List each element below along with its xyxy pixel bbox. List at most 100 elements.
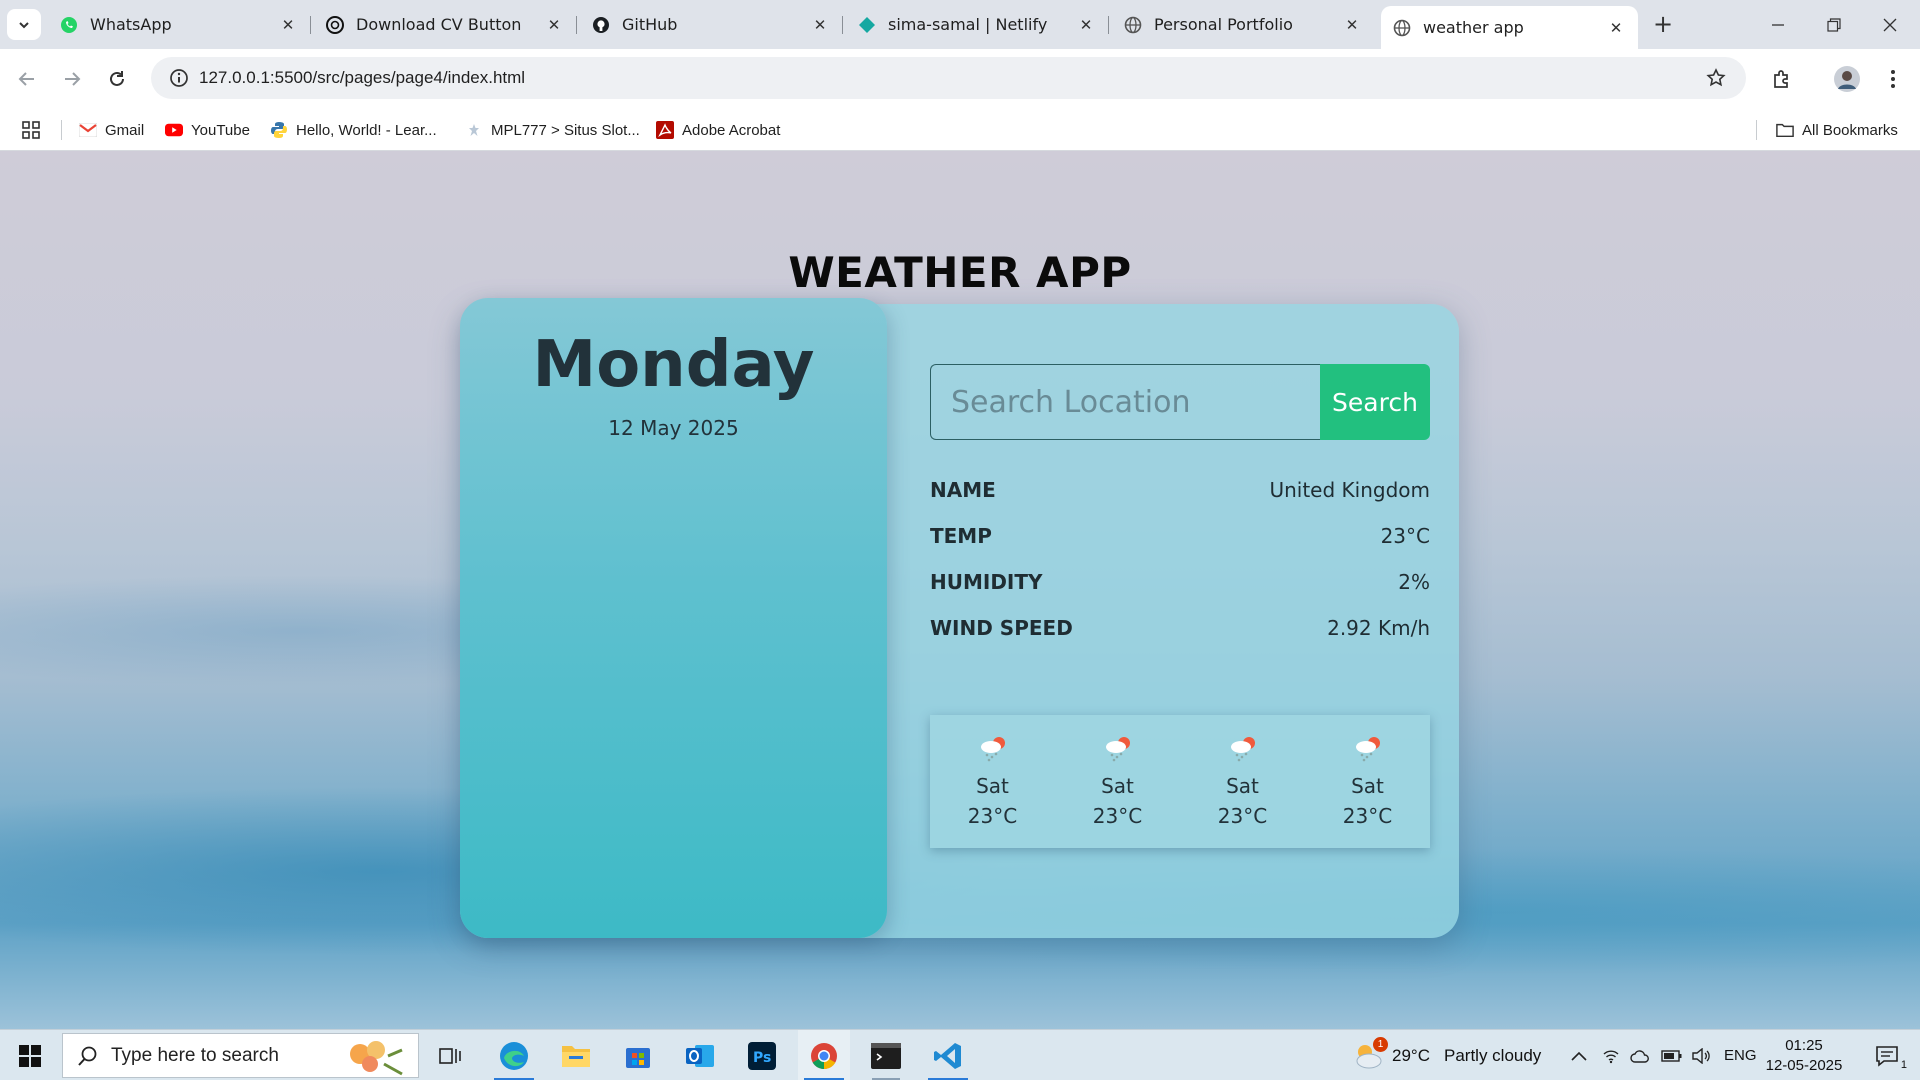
- speaker-icon: [1692, 1047, 1710, 1064]
- input-language[interactable]: ENG: [1724, 1030, 1757, 1080]
- detail-value: 2.92 Km/h: [1327, 616, 1430, 640]
- taskbar-app-chrome[interactable]: [798, 1030, 850, 1080]
- show-hidden-icons-button[interactable]: [1570, 1030, 1588, 1080]
- close-icon[interactable]: ✕: [1076, 15, 1096, 35]
- snow-sun-icon: [978, 733, 1008, 763]
- clock-time: 01:25: [1785, 1036, 1823, 1054]
- browser-menu-button[interactable]: [1878, 64, 1908, 94]
- python-icon: [270, 121, 288, 139]
- search-highlight-flowers-icon: [350, 1041, 403, 1076]
- apps-button[interactable]: [21, 109, 41, 151]
- taskbar-app-edge[interactable]: [488, 1030, 540, 1080]
- address-bar[interactable]: 127.0.0.1:5500/src/pages/page4/index.htm…: [151, 57, 1746, 99]
- bookmark-hello-world[interactable]: Hello, World! - Lear...: [270, 109, 437, 151]
- microsoft-store-icon: [626, 1047, 650, 1068]
- detail-value: 23°C: [1380, 524, 1430, 548]
- taskbar-app-outlook[interactable]: [674, 1030, 726, 1080]
- partly-cloudy-icon: 1: [1352, 1036, 1388, 1071]
- weather-app-page: WEATHER APP Monday 12 May 2025 Search NA…: [0, 151, 1920, 1029]
- onedrive-status[interactable]: [1630, 1030, 1650, 1080]
- bookmark-star-icon[interactable]: [1706, 68, 1726, 92]
- snow-sun-icon: [1228, 733, 1258, 763]
- url-text[interactable]: 127.0.0.1:5500/src/pages/page4/index.htm…: [199, 68, 525, 88]
- tab-portfolio[interactable]: Personal Portfolio ✕: [1112, 6, 1374, 43]
- volume-control[interactable]: [1691, 1030, 1711, 1080]
- start-button[interactable]: [0, 1030, 60, 1080]
- close-window-button[interactable]: [1862, 0, 1918, 49]
- site-info-icon[interactable]: [159, 68, 199, 88]
- restore-button[interactable]: [1806, 0, 1862, 49]
- gmail-icon: [79, 121, 97, 139]
- close-icon[interactable]: ✕: [278, 15, 298, 35]
- close-icon[interactable]: ✕: [810, 15, 830, 35]
- forecast-day: Sat: [1351, 774, 1384, 798]
- detail-value: United Kingdom: [1269, 478, 1430, 502]
- close-icon[interactable]: ✕: [1342, 15, 1362, 35]
- all-bookmarks-button[interactable]: All Bookmarks: [1776, 109, 1898, 151]
- back-button[interactable]: [12, 64, 42, 94]
- forecast-temp: 23°C: [1342, 804, 1393, 828]
- notification-icon: 1: [1875, 1045, 1907, 1071]
- bookmark-adobe-acrobat[interactable]: Adobe Acrobat: [656, 109, 780, 151]
- terminal-icon: [871, 1042, 901, 1069]
- detail-row-temp: TEMP 23°C: [930, 521, 1430, 551]
- bookmark-label: Adobe Acrobat: [682, 121, 781, 139]
- new-tab-button[interactable]: +: [1648, 9, 1678, 39]
- bookmark-label: YouTube: [191, 121, 250, 139]
- detail-label: NAME: [930, 478, 996, 502]
- minimize-button[interactable]: [1750, 0, 1806, 49]
- weather-widget[interactable]: 1 29°C Partly cloudy: [1352, 1030, 1541, 1080]
- task-view-button[interactable]: [428, 1030, 472, 1080]
- photoshop-icon: Ps: [748, 1041, 776, 1070]
- tab-github[interactable]: GitHub ✕: [580, 6, 843, 43]
- reload-button[interactable]: [102, 64, 132, 94]
- tab-divider: [842, 16, 843, 34]
- tab-divider: [310, 16, 311, 34]
- tab-weather-app[interactable]: weather app ✕: [1381, 6, 1638, 49]
- minimize-icon: [1772, 23, 1784, 26]
- tab-search-button[interactable]: [7, 9, 41, 40]
- forecast-item: Sat 23°C: [930, 715, 1055, 848]
- close-icon[interactable]: ✕: [544, 15, 564, 35]
- taskbar-search-box[interactable]: Type here to search: [62, 1033, 419, 1078]
- weather-temp: 29°C: [1392, 1045, 1430, 1065]
- edge-icon: [500, 1041, 528, 1070]
- tab-download-cv[interactable]: Download CV Button ✕: [314, 6, 577, 43]
- task-view-icon: [439, 1047, 461, 1064]
- battery-status[interactable]: [1661, 1030, 1683, 1080]
- forward-button[interactable]: [57, 64, 87, 94]
- extensions-button[interactable]: [1767, 64, 1797, 94]
- taskbar-app-store[interactable]: [612, 1030, 664, 1080]
- search-input[interactable]: [930, 364, 1320, 440]
- tab-title: Personal Portfolio: [1154, 15, 1293, 34]
- globe-icon: [1393, 19, 1411, 37]
- network-status[interactable]: [1602, 1030, 1620, 1080]
- search-icon: [78, 1046, 97, 1066]
- bookmark-mpl777[interactable]: MPL777 > Situs Slot...: [465, 109, 640, 151]
- bookmark-gmail[interactable]: Gmail: [79, 109, 144, 151]
- tab-strip: WhatsApp ✕ Download CV Button ✕ GitHub ✕…: [0, 0, 1920, 49]
- tab-whatsapp[interactable]: WhatsApp ✕: [48, 6, 311, 43]
- detail-label: WIND SPEED: [930, 616, 1073, 640]
- date-text: 12 May 2025: [608, 416, 739, 440]
- netlify-icon: [858, 16, 876, 34]
- profile-avatar-icon: [1834, 66, 1860, 92]
- site-favicon-icon: [465, 121, 483, 139]
- clock[interactable]: 01:25 12-05-2025: [1764, 1030, 1844, 1080]
- whatsapp-icon: [60, 16, 78, 34]
- restore-icon: [1827, 17, 1841, 32]
- taskbar-app-photoshop[interactable]: Ps: [736, 1030, 788, 1080]
- tab-divider: [576, 16, 577, 34]
- notification-center-button[interactable]: 1: [1862, 1030, 1912, 1080]
- forecast-day: Sat: [976, 774, 1009, 798]
- search-button[interactable]: Search: [1320, 364, 1430, 440]
- taskbar-app-file-explorer[interactable]: [550, 1030, 602, 1080]
- tab-netlify[interactable]: sima-samal | Netlify ✕: [846, 6, 1109, 43]
- bookmark-youtube[interactable]: YouTube: [165, 109, 250, 151]
- close-icon[interactable]: ✕: [1606, 18, 1626, 38]
- taskbar-app-vscode[interactable]: [922, 1030, 974, 1080]
- taskbar-app-terminal[interactable]: [860, 1030, 912, 1080]
- tab-title: weather app: [1423, 18, 1524, 37]
- clock-date: 12-05-2025: [1765, 1056, 1843, 1074]
- avatar[interactable]: [1832, 64, 1862, 94]
